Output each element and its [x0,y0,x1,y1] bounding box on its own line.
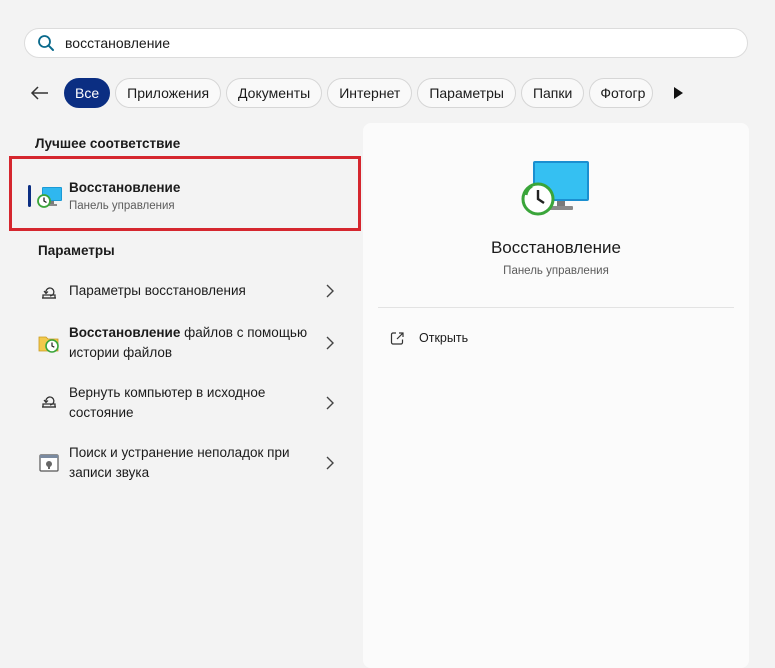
file-history-icon [38,336,59,353]
setting-label: Вернуть компьютер в исходное состояние [69,385,266,420]
best-match-subtitle: Панель управления [69,200,175,212]
chevron-right-icon [326,456,334,470]
filter-bar: Все Приложения Документы Интернет Параме… [30,77,688,109]
filter-chip-apps[interactable]: Приложения [115,78,222,108]
filter-chip-settings[interactable]: Параметры [417,78,516,108]
settings-heading: Параметры [38,243,115,258]
troubleshoot-audio-icon [39,454,59,472]
setting-troubleshoot-audio[interactable]: Поиск и устранение неполадок при записи … [28,443,348,485]
details-panel: Восстановление Панель управления Открыть [363,123,749,668]
selection-indicator [28,185,31,207]
setting-label: Восстановление файлов с помощью истории … [69,323,309,363]
chevron-right-icon [326,284,334,298]
open-action[interactable]: Открыть [390,329,468,347]
recovery-settings-icon [42,287,56,299]
more-filters-button[interactable] [668,78,688,108]
back-arrow-icon [30,86,48,100]
setting-file-history[interactable]: Восстановление файлов с помощью истории … [28,323,348,365]
recovery-monitor-icon [37,187,62,208]
open-label: Открыть [419,331,469,345]
details-subtitle: Панель управления [503,265,609,277]
search-input[interactable] [65,35,705,51]
setting-recovery-options[interactable]: Параметры восстановления [28,281,348,303]
chevron-right-icon [326,396,334,410]
back-button[interactable] [30,77,64,109]
details-title: Восстановление [490,238,622,257]
filter-chip-folders[interactable]: Папки [520,78,585,108]
best-match-heading: Лучшее соответствие [35,136,181,151]
filter-chip-all[interactable]: Все [64,78,111,108]
best-match-title: Восстановление [69,180,181,195]
play-arrow-icon [674,87,684,99]
search-icon [37,34,55,52]
divider [378,307,734,308]
recovery-monitor-icon [521,161,589,216]
setting-label: Параметры восстановления [69,283,246,298]
filter-chip-web[interactable]: Интернет [327,78,413,108]
chevron-right-icon [326,336,334,350]
setting-label: Поиск и устранение неполадок при записи … [69,445,290,480]
search-box[interactable] [24,28,748,58]
filter-chip-documents[interactable]: Документы [226,78,323,108]
best-match-item[interactable]: Восстановление Панель управления [26,176,346,218]
setting-reset-pc[interactable]: Вернуть компьютер в исходное состояние [28,383,348,425]
open-external-icon [390,331,405,346]
reset-pc-icon [42,396,56,408]
setting-label-bold: Восстановление [69,325,181,340]
filter-chip-photos[interactable]: Фотогр [589,78,654,108]
